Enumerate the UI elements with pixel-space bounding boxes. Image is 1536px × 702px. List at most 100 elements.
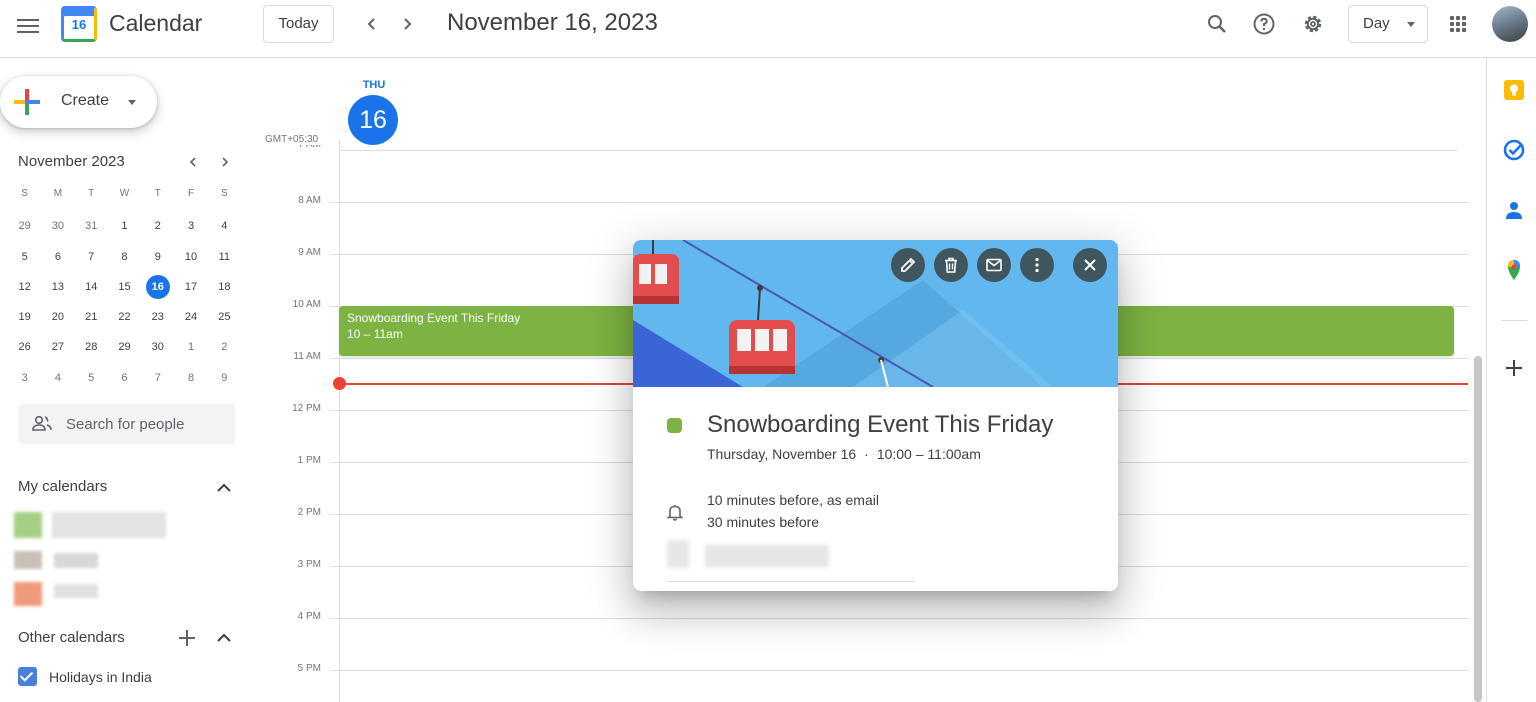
mini-calendar-week: 5 6 7 8 9 10 11 xyxy=(8,242,241,272)
mini-calendar-day-label: 7 xyxy=(154,371,161,384)
keep-icon[interactable] xyxy=(1502,78,1526,102)
mini-calendar-day[interactable]: 6 xyxy=(108,363,141,393)
collapse-other-calendars-icon[interactable] xyxy=(212,626,236,650)
mini-calendar-day[interactable]: 3 xyxy=(8,363,41,393)
mini-calendar-day[interactable]: 28 xyxy=(75,332,108,362)
mini-calendar-day[interactable]: 23 xyxy=(141,302,174,332)
today-button[interactable]: Today xyxy=(263,5,334,43)
mini-calendar-day[interactable]: 5 xyxy=(75,363,108,393)
vertical-scrollbar[interactable] xyxy=(1474,356,1482,702)
mini-calendar-day[interactable]: 15 xyxy=(108,272,141,302)
mini-calendar-day[interactable]: 31 xyxy=(75,211,108,241)
mini-calendar-day[interactable]: 26 xyxy=(8,332,41,362)
mini-calendar-day-label: 12 xyxy=(18,280,31,293)
close-popup-button[interactable] xyxy=(1073,248,1107,282)
day-name: THU xyxy=(362,79,386,91)
mini-calendar-day[interactable]: 20 xyxy=(41,302,74,332)
mini-calendar-day[interactable]: 12 xyxy=(8,272,41,302)
mini-calendar-day[interactable]: 24 xyxy=(174,302,207,332)
apps-grid-icon[interactable] xyxy=(1440,6,1476,42)
mini-calendar-day[interactable]: 18 xyxy=(208,272,241,302)
mini-calendar-day-label: 27 xyxy=(51,341,65,354)
mini-calendar-day[interactable]: 14 xyxy=(75,272,108,302)
add-icon[interactable] xyxy=(1502,356,1526,380)
popup-event-title: Snowboarding Event This Friday xyxy=(707,411,1054,438)
mini-calendar-day[interactable]: 1 xyxy=(174,332,207,362)
time-label: 12 PM xyxy=(292,403,321,414)
edit-event-button[interactable] xyxy=(891,248,925,282)
search-icon[interactable] xyxy=(1199,6,1235,42)
time-label: 3 PM xyxy=(297,559,321,570)
maps-icon[interactable] xyxy=(1502,258,1526,282)
mini-calendar-day[interactable]: 13 xyxy=(41,272,74,302)
mini-calendar-day[interactable]: 8 xyxy=(174,363,207,393)
search-people-input[interactable]: Search for people xyxy=(18,404,235,444)
mini-calendar-day[interactable]: 29 xyxy=(108,332,141,362)
prev-day-button[interactable] xyxy=(355,7,389,41)
mini-calendar-day-label: 21 xyxy=(85,311,98,324)
mini-calendar-day-label: 1 xyxy=(121,220,128,233)
calendar-logo[interactable]: 16 xyxy=(61,6,97,42)
mini-calendar-day[interactable]: 17 xyxy=(174,272,207,302)
mini-calendar-day[interactable]: 19 xyxy=(8,302,41,332)
mini-calendar-day[interactable]: 3 xyxy=(174,211,207,241)
menu-icon[interactable] xyxy=(6,4,50,48)
grid-divider xyxy=(339,140,340,702)
mini-calendar-day[interactable]: 7 xyxy=(141,363,174,393)
mini-calendar-day-label: 30 xyxy=(51,220,65,233)
mini-calendar-day-label: 31 xyxy=(85,220,98,233)
avatar[interactable] xyxy=(1492,6,1528,42)
mini-calendar-day-label: 1 xyxy=(187,341,195,354)
next-day-button[interactable] xyxy=(390,7,424,41)
holidays-checkbox[interactable] xyxy=(18,667,37,686)
mini-calendar-today[interactable]: 16 xyxy=(141,272,174,302)
email-guests-button[interactable] xyxy=(977,248,1011,282)
mini-calendar-day[interactable]: 1 xyxy=(108,211,141,241)
create-button[interactable]: Create xyxy=(0,76,157,128)
contacts-icon[interactable] xyxy=(1502,198,1526,222)
header-divider xyxy=(339,150,1457,151)
event-banner-image xyxy=(633,240,1118,387)
mini-calendar-day[interactable]: 9 xyxy=(141,242,174,272)
mini-calendar-day-label: 22 xyxy=(118,311,131,324)
mini-calendar-day[interactable]: 10 xyxy=(174,242,207,272)
mini-calendar-day[interactable]: 22 xyxy=(108,302,141,332)
mini-calendar-day[interactable]: 7 xyxy=(75,242,108,272)
mini-calendar-day[interactable]: 25 xyxy=(208,302,241,332)
mini-calendar-day[interactable]: 6 xyxy=(41,242,74,272)
gear-icon[interactable] xyxy=(1295,6,1331,42)
mini-calendar-day-label: 18 xyxy=(218,280,231,293)
mini-calendar-day[interactable]: 4 xyxy=(208,211,241,241)
weekday-label: S xyxy=(220,188,228,199)
hour-gridline xyxy=(330,618,1469,619)
mini-calendar-day[interactable]: 21 xyxy=(75,302,108,332)
add-other-calendar-icon[interactable] xyxy=(175,626,199,650)
time-label: 11 AM xyxy=(293,351,321,362)
mini-next-month-button[interactable] xyxy=(213,150,237,174)
more-options-button[interactable] xyxy=(1020,248,1054,282)
event-details-popup: Snowboarding Event This Friday Thursday,… xyxy=(633,240,1118,591)
mini-calendar-day[interactable]: 2 xyxy=(141,211,174,241)
mini-calendar-day[interactable]: 5 xyxy=(8,242,41,272)
day-number[interactable]: 16 xyxy=(348,95,398,145)
tasks-icon[interactable] xyxy=(1502,138,1526,162)
collapse-my-calendars-icon[interactable] xyxy=(212,476,236,500)
mini-calendar-day-label: 11 xyxy=(218,250,231,263)
mini-calendar-day[interactable]: 30 xyxy=(141,332,174,362)
mini-prev-month-button[interactable] xyxy=(181,150,205,174)
mini-calendar-day[interactable]: 11 xyxy=(208,242,241,272)
mini-calendar-day[interactable]: 27 xyxy=(41,332,74,362)
mini-calendar-day[interactable]: 8 xyxy=(108,242,141,272)
view-selector[interactable]: Day xyxy=(1348,5,1428,43)
help-icon[interactable] xyxy=(1246,6,1282,42)
mini-calendar-day[interactable]: 2 xyxy=(208,332,241,362)
event-color-swatch xyxy=(667,418,682,433)
mini-calendar-day[interactable]: 4 xyxy=(41,363,74,393)
mini-calendar-day[interactable]: 29 xyxy=(8,211,41,241)
mini-calendar-day-label: 2 xyxy=(221,341,228,354)
mini-calendar-day-label: 9 xyxy=(154,250,161,263)
mini-calendar-day[interactable]: 30 xyxy=(41,211,74,241)
delete-event-button[interactable] xyxy=(934,248,968,282)
hour-gridline xyxy=(330,202,1469,203)
mini-calendar-day[interactable]: 9 xyxy=(208,363,241,393)
